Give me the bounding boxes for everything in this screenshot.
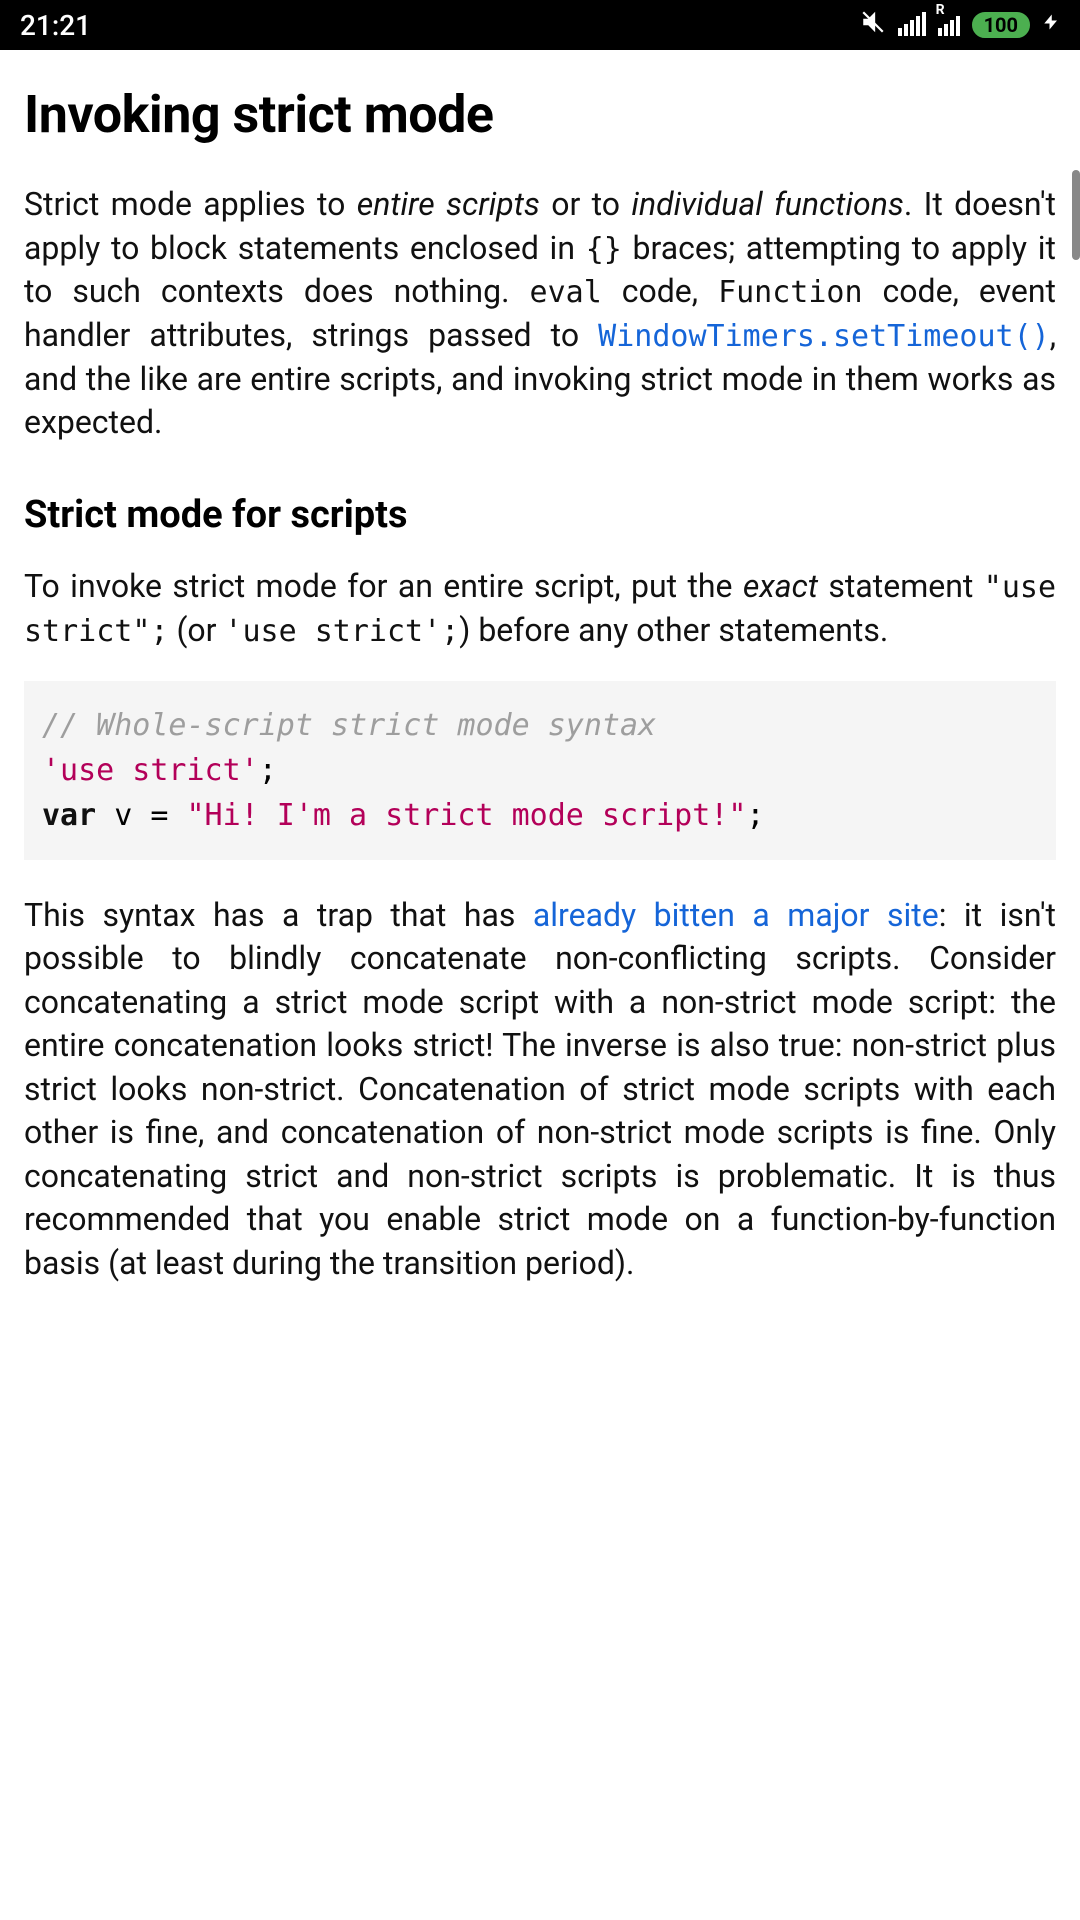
section-strict-scripts: Strict mode for scripts	[24, 493, 1056, 537]
link-settimeout[interactable]: WindowTimers.setTimeout()	[598, 319, 1050, 354]
status-bar: 21:21 R 100	[0, 0, 1080, 50]
article-content[interactable]: Invoking strict mode Strict mode applies…	[0, 50, 1080, 1920]
scrollbar-thumb[interactable]	[1072, 170, 1080, 260]
status-indicators: R 100	[860, 9, 1060, 42]
page-title: Invoking strict mode	[24, 84, 1056, 145]
paragraph-scripts: To invoke strict mode for an entire scri…	[24, 565, 1056, 653]
battery-icon: 100	[972, 12, 1030, 38]
code-example: // Whole-script strict mode syntax 'use …	[24, 681, 1056, 860]
paragraph-trap: This syntax has a trap that has already …	[24, 894, 1056, 1286]
signal-icon	[898, 14, 926, 36]
status-time: 21:21	[20, 9, 91, 42]
signal-roaming-icon: R	[938, 14, 960, 36]
mute-icon	[860, 9, 886, 42]
paragraph-intro: Strict mode applies to entire scripts or…	[24, 183, 1056, 445]
link-major-site[interactable]: already bitten a major site	[533, 896, 939, 934]
charging-icon	[1042, 9, 1060, 42]
